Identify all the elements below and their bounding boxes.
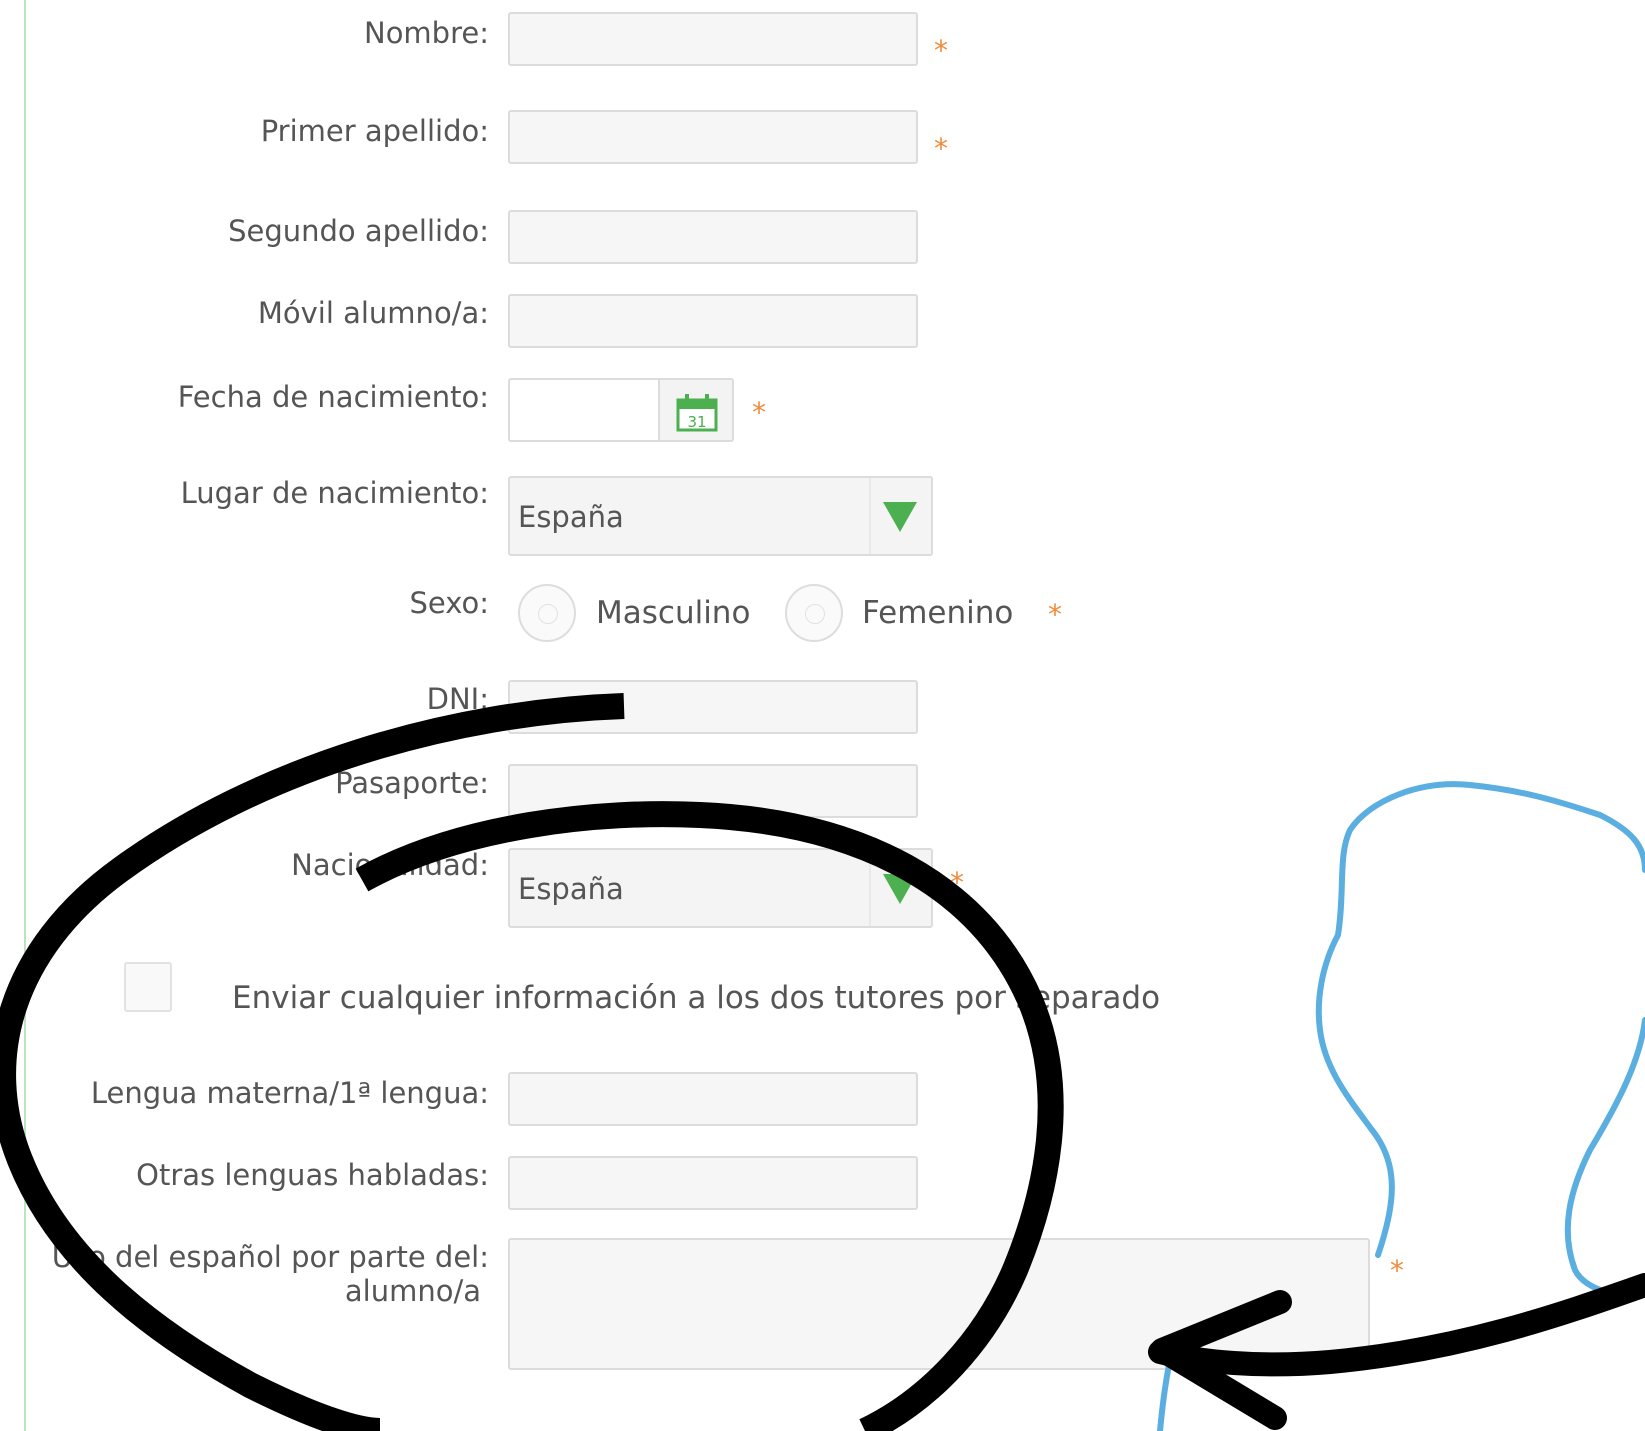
- required-marker: *: [934, 34, 948, 67]
- nombre-label: Nombre:: [364, 16, 489, 50]
- lugar-nacimiento-value: España: [518, 500, 624, 534]
- page-left-border: [24, 0, 26, 1431]
- fecha-nacimiento-input[interactable]: [508, 378, 658, 442]
- required-marker: *: [1390, 1254, 1404, 1287]
- calendar-day-text: 31: [687, 413, 706, 431]
- otras-lenguas-input[interactable]: [508, 1156, 918, 1210]
- primer-apellido-label: Primer apellido:: [260, 114, 489, 148]
- lengua-materna-label: Lengua materna/1ª lengua:: [90, 1076, 489, 1110]
- uso-espanol-textarea[interactable]: [508, 1238, 1370, 1370]
- nacionalidad-label: Nacionalidad:: [291, 848, 489, 882]
- pasaporte-label: Pasaporte:: [335, 766, 489, 800]
- required-marker: *: [934, 132, 948, 165]
- nacionalidad-select[interactable]: España: [508, 848, 933, 928]
- sexo-label: Sexo:: [409, 586, 489, 620]
- segundo-apellido-label: Segundo apellido:: [228, 214, 489, 248]
- primer-apellido-input[interactable]: [508, 110, 918, 164]
- pasaporte-input[interactable]: [508, 764, 918, 818]
- uso-espanol-label: Uso del español por parte del: alumno/a: [52, 1240, 489, 1308]
- lengua-materna-input[interactable]: [508, 1072, 918, 1126]
- otras-lenguas-label: Otras lenguas habladas:: [136, 1158, 489, 1192]
- dropdown-arrow-icon: [883, 874, 917, 904]
- nacionalidad-value: España: [518, 872, 624, 906]
- required-marker: *: [950, 866, 964, 899]
- lugar-nacimiento-label: Lugar de nacimiento:: [180, 476, 489, 510]
- uso-espanol-label-line1: Uso del español por parte del:: [51, 1240, 489, 1274]
- nombre-input[interactable]: [508, 12, 918, 66]
- radio-masculino[interactable]: [518, 584, 576, 642]
- movil-input[interactable]: [508, 294, 918, 348]
- dropdown-toggle[interactable]: [869, 850, 931, 926]
- femenino-label[interactable]: Femenino: [862, 595, 1013, 631]
- movil-label: Móvil alumno/a:: [257, 296, 489, 330]
- enviar-tutores-label[interactable]: Enviar cualquier información a los dos t…: [232, 980, 1160, 1016]
- dropdown-arrow-icon: [883, 502, 917, 532]
- segundo-apellido-input[interactable]: [508, 210, 918, 264]
- uso-espanol-label-line2: alumno/a: [344, 1274, 481, 1308]
- required-marker: *: [1048, 598, 1062, 631]
- masculino-label[interactable]: Masculino: [596, 595, 750, 631]
- enviar-tutores-checkbox[interactable]: [124, 962, 172, 1012]
- fecha-nacimiento-label: Fecha de nacimiento:: [177, 380, 489, 414]
- dropdown-toggle[interactable]: [869, 478, 931, 554]
- dni-label: DNI:: [426, 682, 489, 716]
- required-marker: *: [752, 396, 766, 429]
- radio-femenino[interactable]: [785, 584, 843, 642]
- lugar-nacimiento-select[interactable]: España: [508, 476, 933, 556]
- dni-input[interactable]: [508, 680, 918, 734]
- calendar-icon: 31: [676, 394, 718, 432]
